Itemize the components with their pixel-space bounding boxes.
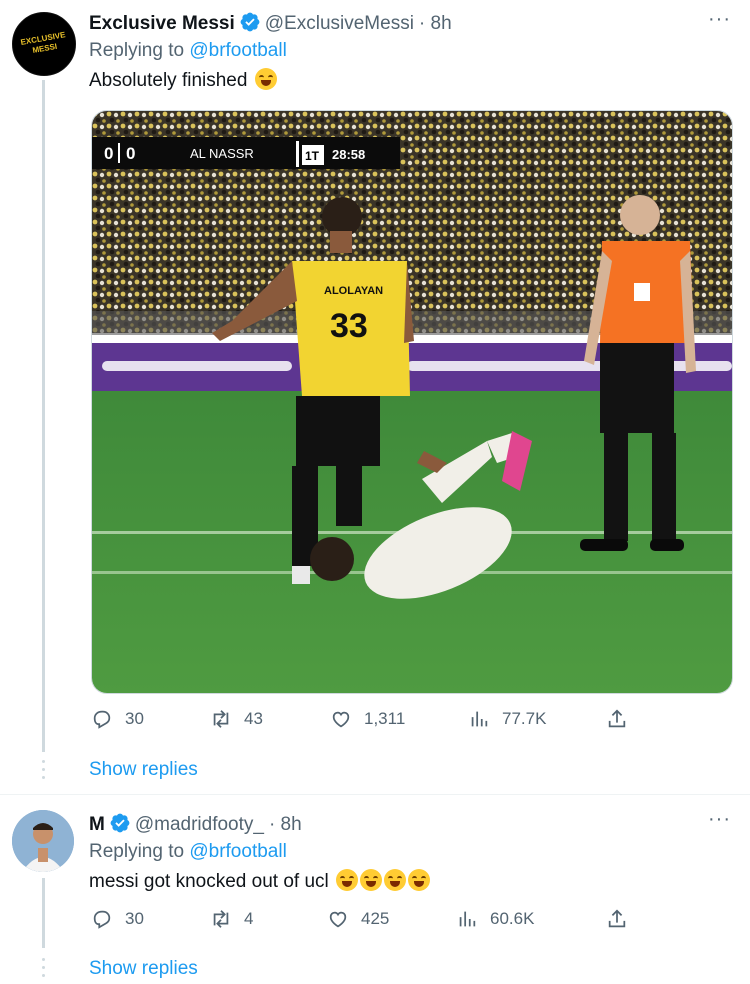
jersey-name: ALOLAYAN [324,285,383,297]
tweet-body: Absolutely finished [89,70,248,91]
crying-emoji-icon [408,869,431,891]
replying-to: Replying to @brfootball [89,40,287,62]
show-replies-link[interactable]: Show replies [89,759,198,781]
scoreboard-home-score: 0 [104,144,113,163]
view-count: 60.6K [490,909,535,928]
retweet-count: 43 [244,709,263,728]
share-icon [608,909,626,928]
laughing-emoji-icon [254,68,277,90]
heart-icon [329,911,347,928]
retweet-button[interactable]: 4 [210,908,253,930]
reply-count: 30 [125,709,144,728]
like-count: 425 [361,909,390,928]
replying-to-label: Replying to [89,841,190,862]
heart-icon [332,711,350,728]
show-replies-link[interactable]: Show replies [89,958,198,980]
retweet-button[interactable]: 43 [210,708,263,730]
timestamp[interactable]: · 8h [269,814,302,835]
timestamp[interactable]: · 8h [419,13,452,34]
profile-photo [12,810,74,872]
retweet-count: 4 [244,909,254,928]
tweet-header: M @madridfooty_ · 8h [89,812,302,836]
thread-line [42,80,45,752]
share-button[interactable] [606,708,628,730]
like-button[interactable]: 425 [327,908,389,930]
thread-line [42,878,45,948]
like-button[interactable]: 1,311 [330,708,405,730]
football-photo: 0 0 AL NASSR 1T 28:58 ALOLAYAN 33 [92,111,732,693]
crying-emoji-icon [360,869,383,891]
reply-icon [93,910,111,929]
avatar[interactable]: EXCLUSIVE MESSI [12,12,76,76]
handle[interactable]: @ExclusiveMessi [265,13,414,34]
view-count: 77.7K [502,709,547,728]
crying-emoji-icon [384,869,407,891]
scoreboard-team: AL NASSR [190,146,254,161]
divider [0,794,750,795]
views-button[interactable]: 60.6K [456,908,534,930]
more-icon[interactable]: ··· [708,808,731,831]
handle[interactable]: @madridfooty_ [135,814,264,835]
reply-icon [93,710,111,729]
reply-count: 30 [125,909,144,928]
tweet-text: Absolutely finished [89,68,277,92]
retweet-icon [213,910,229,928]
exclusive-messi-logo: EXCLUSIVE MESSI [14,14,74,74]
tweet-body: messi got knocked out of ucl [89,871,329,892]
verified-badge-icon [239,11,261,33]
replying-to-label: Replying to [89,40,190,61]
tweet-text: messi got knocked out of ucl [89,869,431,893]
reply-button[interactable]: 30 [91,908,144,930]
tweet-image[interactable]: 0 0 AL NASSR 1T 28:58 ALOLAYAN 33 [91,110,733,694]
scoreboard-clock: 28:58 [332,147,365,162]
thread-dots [42,758,45,784]
reply-button[interactable]: 30 [91,708,144,730]
like-count: 1,311 [364,709,406,728]
thread-dots [42,956,45,982]
display-name[interactable]: M [89,814,105,835]
scoreboard-away-score: 0 [126,144,135,163]
more-icon[interactable]: ··· [708,8,731,31]
reply-to-link[interactable]: @brfootball [189,40,286,61]
display-name[interactable]: Exclusive Messi [89,13,235,34]
crying-emoji-icon [336,869,359,891]
jersey-number: 33 [330,307,368,345]
verified-badge-icon [109,812,131,834]
share-icon [608,709,626,728]
reply-to-link[interactable]: @brfootball [189,841,286,862]
avatar[interactable] [12,810,74,872]
views-icon [459,911,476,927]
views-icon [471,711,488,727]
share-button[interactable] [606,908,628,930]
retweet-icon [213,710,229,728]
scoreboard-period: 1T [305,149,320,163]
views-button[interactable]: 77.7K [468,708,546,730]
tweet-header: Exclusive Messi @ExclusiveMessi · 8h [89,11,452,35]
replying-to: Replying to @brfootball [89,841,287,863]
